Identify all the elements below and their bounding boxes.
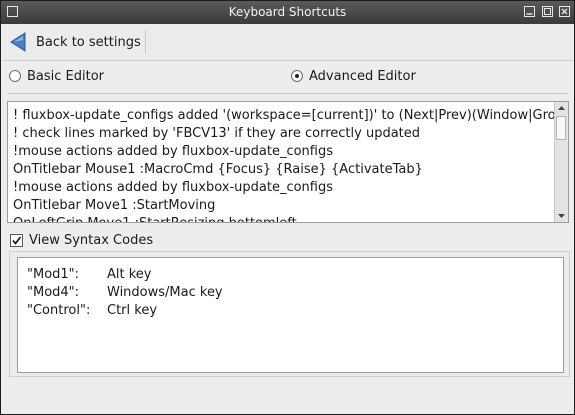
close-icon[interactable] — [559, 6, 570, 17]
editor-line: OnTitlebar Mouse1 :MacroCmd {Focus} {Rai… — [13, 162, 423, 177]
back-to-settings-button[interactable]: Back to settings — [8, 28, 145, 56]
basic-editor-radio[interactable]: Basic Editor — [9, 67, 104, 85]
editor-line: !mouse actions added by fluxbox-update_c… — [13, 144, 333, 159]
scroll-up-arrow-icon[interactable] — [555, 102, 568, 115]
basic-editor-label: Basic Editor — [27, 68, 105, 84]
advanced-editor-label: Advanced Editor — [309, 68, 416, 84]
window-menu-icon[interactable] — [7, 6, 18, 17]
scrollbar-thumb[interactable] — [556, 116, 566, 140]
editor-line: OnTitlebar Move1 :StartMoving — [13, 198, 216, 213]
back-to-settings-label: Back to settings — [36, 34, 141, 50]
advanced-editor-radio[interactable]: Advanced Editor — [291, 67, 416, 85]
syntax-code-key: "Control": — [27, 303, 91, 318]
syntax-code-value: Alt key — [107, 267, 152, 282]
arrow-left-icon — [8, 31, 28, 53]
syntax-code-key: "Mod4": — [27, 285, 80, 300]
editor-vertical-scrollbar[interactable] — [554, 102, 568, 222]
syntax-codes-list: "Mod1": Alt key "Mod4": Windows/Mac key … — [17, 257, 564, 373]
syntax-code-key: "Mod1": — [27, 267, 80, 282]
editor-line: !mouse actions added by fluxbox-update_c… — [13, 180, 333, 195]
radio-button-selected[interactable] — [291, 70, 303, 82]
view-syntax-codes-checkbox[interactable]: View Syntax Codes — [10, 231, 153, 249]
window-title: Keyboard Shortcuts — [228, 5, 347, 19]
toolbar-separator — [145, 30, 146, 54]
checkbox[interactable] — [10, 233, 23, 247]
editor-line: ! check lines marked by 'FBCV13' if they… — [13, 126, 421, 141]
view-syntax-codes-label: View Syntax Codes — [29, 232, 154, 248]
syntax-codes-group: "Mod1": Alt key "Mod4": Windows/Mac key … — [9, 251, 570, 377]
scroll-down-arrow-icon[interactable] — [555, 209, 568, 222]
section-divider — [7, 93, 568, 94]
syntax-code-value: Windows/Mac key — [107, 285, 223, 300]
toolbar: Back to settings — [2, 24, 573, 61]
maximize-icon[interactable] — [542, 6, 553, 17]
syntax-code-value: Ctrl key — [107, 303, 158, 318]
editor-line: ! fluxbox-update_configs added '(workspa… — [13, 108, 569, 123]
editor-text[interactable]: ! fluxbox-update_configs added '(workspa… — [13, 107, 569, 222]
minimize-icon[interactable] — [524, 6, 535, 17]
editor-line: OnLeftGrip Move1 :StartResizing bottomle… — [13, 215, 553, 222]
keys-file-editor[interactable]: ! fluxbox-update_configs added '(workspa… — [7, 101, 569, 223]
keyboard-shortcuts-window: Keyboard Shortcuts Back to settings Basi… — [0, 0, 575, 415]
title-bar[interactable]: Keyboard Shortcuts — [1, 1, 574, 24]
radio-button[interactable] — [9, 70, 21, 82]
